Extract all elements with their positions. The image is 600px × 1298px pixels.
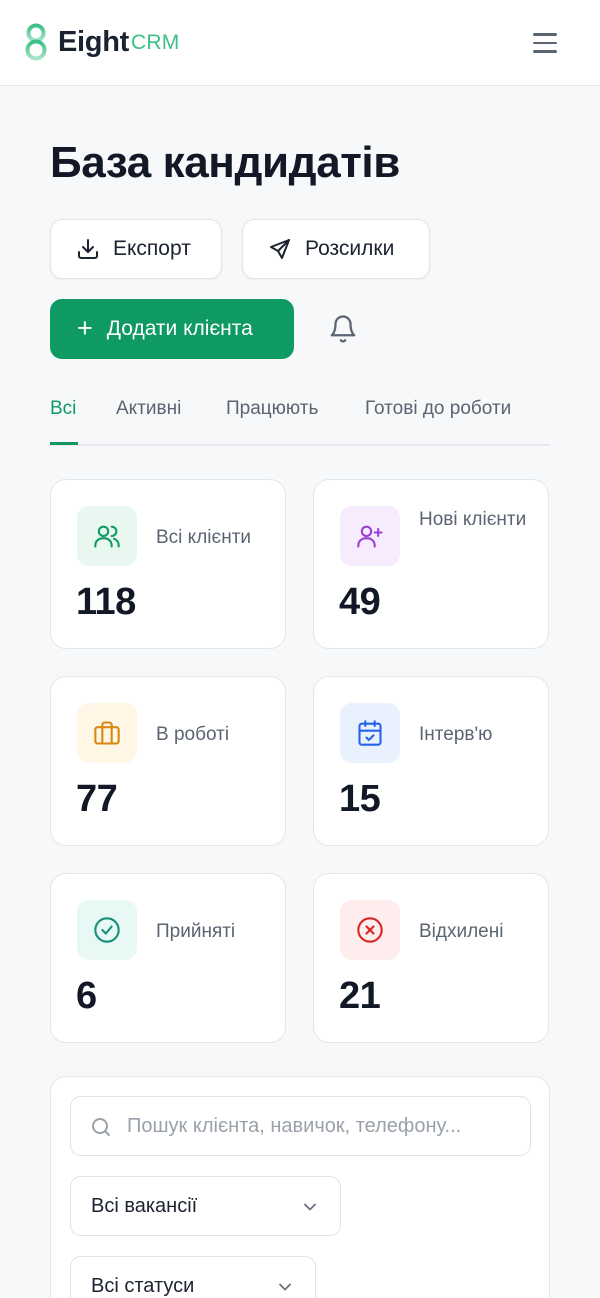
logo-subtext: CRM [131,31,180,54]
top-bar: Eight CRM [0,0,600,86]
check-circle-icon [77,900,137,960]
bell-icon[interactable] [328,314,358,344]
plus-icon: + [77,312,93,343]
stat-value: 21 [339,975,381,1017]
stat-card-in-work[interactable]: В роботі 77 [50,676,286,846]
vacancy-select-value: Всі вакансії [91,1194,198,1217]
tab-ready-to-work[interactable]: Готові до роботи [365,398,511,420]
stat-value: 118 [76,581,136,623]
search-icon [89,1115,113,1139]
x-circle-icon [340,900,400,960]
logo-text: Eight [58,25,129,58]
add-client-button[interactable]: + Додати клієнта [50,299,294,359]
stat-value: 6 [76,975,97,1017]
calendar-check-icon [340,703,400,763]
stat-card-rejected[interactable]: Відхилені 21 [313,873,549,1043]
stat-value: 49 [339,581,381,623]
download-icon [76,237,100,261]
stat-label: Інтерв'ю [419,724,493,745]
stat-label: Нові клієнти [419,509,527,530]
logo[interactable]: Eight CRM [24,22,179,62]
logo-icon [25,23,47,61]
export-button-label: Експорт [113,237,191,260]
tab-all[interactable]: Всі [50,398,76,420]
search-input[interactable] [127,1111,517,1141]
active-tab-indicator [50,442,78,445]
filter-panel: Всі вакансії Всі статуси [50,1076,550,1298]
stat-card-interview[interactable]: Інтерв'ю 15 [313,676,549,846]
status-select-value: Всі статуси [91,1274,195,1297]
hamburger-menu-icon[interactable] [533,28,563,58]
stat-card-accepted[interactable]: Прийняті 6 [50,873,286,1043]
chevron-down-icon [275,1277,295,1297]
user-plus-icon [340,506,400,566]
search-box [70,1096,531,1156]
users-icon [77,506,137,566]
page-title: База кандидатів [50,138,400,187]
status-select[interactable]: Всі статуси [70,1256,316,1298]
filter-tabs: Всі Активні Працюють Готові до роботи [50,398,550,446]
tab-active[interactable]: Активні [116,398,181,420]
stat-label: Прийняті [156,921,236,942]
mailings-button[interactable]: Розсилки [242,219,430,279]
stat-value: 15 [339,778,381,820]
stat-label: Всі клієнти [156,527,252,548]
stat-label: Відхилені [419,921,504,942]
stat-card-all-clients[interactable]: Всі клієнти 118 [50,479,286,649]
add-client-button-label: Додати клієнта [106,317,253,340]
vacancy-select[interactable]: Всі вакансії [70,1176,341,1236]
send-icon [268,237,292,261]
briefcase-icon [77,703,137,763]
tab-working[interactable]: Працюють [226,398,318,420]
stat-card-new-clients[interactable]: Нові клієнти 49 [313,479,549,649]
chevron-down-icon [300,1197,320,1217]
stat-label: В роботі [156,724,230,745]
mailings-button-label: Розсилки [305,237,395,260]
stat-value: 77 [76,778,118,820]
export-button[interactable]: Експорт [50,219,222,279]
